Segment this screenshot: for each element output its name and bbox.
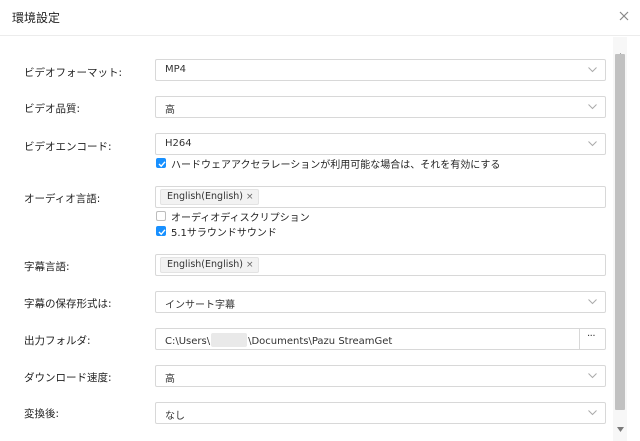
hw-accel-checkbox[interactable] — [156, 158, 166, 168]
video-format-label: ビデオフォーマット: — [24, 67, 123, 79]
path-suffix: \Documents\Pazu StreamGet — [248, 336, 393, 347]
settings-content: ビデオフォーマット: MP4 ビデオ品質: 高 ビデオエンコード: H264 ハ… — [0, 37, 612, 441]
scrollbar-thumb[interactable] — [615, 54, 625, 410]
dialog-title: 環境設定 — [12, 11, 61, 25]
video-encode-select[interactable]: H264 — [155, 133, 606, 155]
settings-dialog: 環境設定 ビデオフォーマット: MP4 ビデオ品質: 高 ビデオエンコード: H… — [0, 0, 640, 441]
chevron-down-icon — [588, 141, 597, 147]
check-icon — [158, 161, 166, 168]
surround-checkbox[interactable] — [156, 226, 166, 236]
chevron-down-icon — [588, 373, 597, 379]
after-convert-value: なし — [165, 411, 185, 422]
hw-accel-label: ハードウェアアクセラレーションが利用可能な場合は、それを有効にする — [171, 160, 501, 171]
chevron-down-icon — [588, 410, 597, 416]
path-prefix: C:\Users\ — [165, 336, 211, 347]
scroll-up-icon[interactable] — [617, 43, 624, 58]
audio-description-label: オーディオディスクリプション — [171, 213, 310, 224]
video-quality-value: 高 — [165, 105, 175, 116]
chevron-down-icon — [588, 104, 597, 110]
subtitle-language-tag: English(English) × — [160, 257, 259, 273]
redacted-username — [211, 333, 248, 347]
video-encode-label: ビデオエンコード: — [24, 141, 112, 153]
subtitle-language-label: 字幕言語: — [24, 261, 70, 273]
close-icon[interactable] — [616, 8, 632, 24]
output-folder-label: 出力フォルダ: — [24, 335, 91, 347]
subtitle-format-value: インサート字幕 — [165, 300, 235, 311]
chevron-down-icon — [588, 67, 597, 73]
subtitle-format-select[interactable]: インサート字幕 — [155, 291, 606, 313]
video-quality-label: ビデオ品質: — [24, 103, 81, 115]
dialog-header: 環境設定 — [0, 0, 640, 36]
scroll-down-icon[interactable] — [617, 417, 624, 432]
output-folder-input[interactable]: C:\Users\ \Documents\Pazu StreamGet ··· — [155, 328, 606, 350]
after-convert-label: 変換後: — [24, 408, 60, 420]
check-icon — [158, 229, 166, 236]
download-speed-select[interactable]: 高 — [155, 365, 606, 387]
audio-language-tag: English(English) × — [160, 189, 259, 205]
subtitle-language-tag-text: English(English) — [167, 259, 244, 270]
video-quality-select[interactable]: 高 — [155, 96, 606, 118]
subtitle-format-label: 字幕の保存形式は: — [24, 298, 112, 310]
after-convert-select[interactable]: なし — [155, 402, 606, 424]
audio-description-checkbox[interactable] — [156, 211, 166, 221]
chevron-down-icon — [588, 299, 597, 305]
browse-button[interactable]: ··· — [579, 329, 605, 349]
surround-label: 5.1サラウンドサウンド — [171, 228, 277, 239]
subtitle-language-select[interactable]: English(English) × — [155, 254, 606, 276]
tag-remove-icon[interactable]: × — [246, 192, 254, 202]
browse-label: ··· — [587, 331, 596, 342]
video-format-value: MP4 — [165, 64, 187, 75]
download-speed-label: ダウンロード速度: — [24, 372, 112, 384]
tag-remove-icon[interactable]: × — [246, 260, 254, 270]
download-speed-value: 高 — [165, 374, 175, 385]
audio-language-tag-text: English(English) — [167, 191, 244, 202]
video-format-select[interactable]: MP4 — [155, 59, 606, 81]
video-encode-value: H264 — [165, 138, 192, 149]
output-folder-path: C:\Users\ \Documents\Pazu StreamGet — [165, 333, 392, 347]
audio-language-select[interactable]: English(English) × — [155, 186, 606, 208]
audio-language-label: オーディオ言語: — [24, 193, 101, 205]
